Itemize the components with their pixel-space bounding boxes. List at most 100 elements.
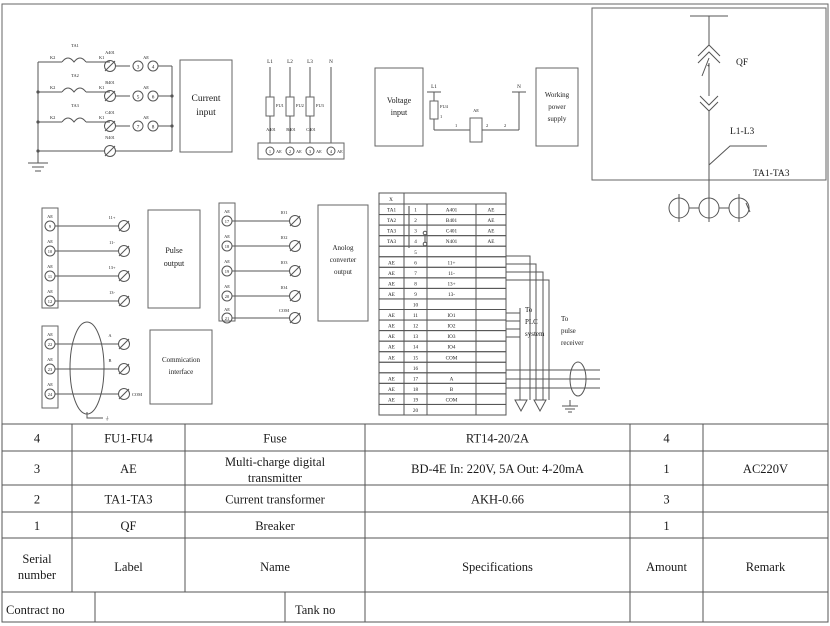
comm-sig-com: COM: [132, 392, 142, 397]
tt-number-19: 20: [413, 408, 419, 414]
tt-device-0: TA1: [387, 208, 396, 214]
vlt-dev-4: AE: [337, 149, 343, 154]
analog-output-section: AE 17 IO1 AE 18 IO2 AE 19 IO3 AE 20 IO4 …: [218, 202, 369, 324]
analog-dev-3: AE: [224, 259, 230, 264]
ta1-k1-label: K1: [99, 55, 104, 60]
tt-target-1: AE: [488, 218, 495, 224]
fuse-fu1: [265, 96, 275, 117]
vlt-term-2: 2: [289, 149, 291, 154]
tt-signal-8: 13-: [448, 292, 455, 298]
bom-row: 4 FU1-FU4 RT14-20/2A 4 Fuse: [1, 423, 829, 452]
bom-label-1: AE: [120, 462, 137, 476]
analog-label-3: output: [334, 268, 352, 276]
pulse-dev-2: AE: [47, 239, 53, 244]
terminal-row: 10: [378, 298, 507, 311]
bom-spec-0: RT14-20/2A: [466, 432, 529, 446]
vlt-term-4: 4: [330, 149, 333, 154]
voltage-input-section: L1 L2 L3 N FU1 FU2 FU3 A401 B401 C401 1 …: [257, 59, 424, 160]
wire-n401-label: N401: [105, 135, 115, 140]
comm-label-1: Commication: [162, 356, 201, 364]
phase-n-label: N: [329, 59, 333, 65]
tank-no-label: Tank no: [295, 603, 335, 617]
ps-term-left: 1: [440, 114, 442, 119]
tt-number-16: 17: [413, 376, 419, 382]
wire-a401-label: A401: [105, 50, 115, 55]
terminal-row: AE 13 IO3: [378, 330, 507, 342]
wiring-diagram-sheet: TA1 K2 K1 A401 AE 3 4 TA2 K2 K1 B401 AE …: [0, 0, 830, 626]
tt-device-1: TA2: [387, 218, 396, 224]
pulse-sig-3: 13+: [109, 265, 116, 270]
ps-ae-label: AE: [473, 108, 479, 113]
ct-group-label: TA1-TA3: [753, 169, 790, 179]
bom-name-3: Breaker: [255, 519, 295, 533]
tt-signal-13: IO4: [447, 345, 455, 351]
tt-number-9: 10: [413, 303, 419, 309]
tt-signal-5: 11+: [448, 260, 456, 266]
fu4-label: FU4: [440, 104, 449, 109]
tt-signal-0: A401: [446, 208, 458, 214]
terminal-5: 5: [137, 95, 140, 101]
tt-number-1: 2: [414, 218, 417, 224]
bom-table: 4 FU1-FU4 RT14-20/2A 4 Fuse 3 AE BD-4E In: 220V…: [1, 423, 829, 623]
tt-target-2: AE: [488, 229, 495, 235]
tt-signal-14: COM: [446, 355, 458, 361]
comm-interface-block: [149, 329, 213, 405]
tt-device-8: AE: [388, 292, 395, 298]
tt-device-5: AE: [388, 260, 395, 266]
fuse-fu2: [285, 96, 295, 117]
terminal-4: 4: [152, 65, 155, 71]
analog-label-2: converter: [330, 256, 357, 264]
pulse-sig-4: 13-: [109, 290, 115, 295]
wire-c401-vlt: C401: [306, 127, 316, 132]
fu2-label: FU2: [296, 103, 304, 108]
ps-n-label: N: [517, 84, 521, 90]
ps-label-2: power: [548, 103, 566, 111]
analog-term-18: 18: [225, 244, 230, 249]
tt-device-11: AE: [388, 324, 395, 330]
bom-spec-1: BD-4E In: 220V, 5A Out: 4-20mA: [411, 462, 584, 476]
pulse-output-label-2: output: [164, 259, 185, 268]
comm-dev-2: AE: [47, 357, 53, 362]
earth-ground-icon: [28, 162, 48, 172]
to-pulse-line3: receiver: [561, 339, 584, 347]
tt-number-2: 3: [414, 229, 417, 235]
tt-signal-17: B: [450, 387, 454, 393]
tt-signal-18: COM: [446, 397, 458, 403]
pulse-sig-2: 11-: [109, 240, 115, 245]
analog-sig-4: IO4: [281, 285, 289, 290]
terminal-table: X TA1 1 A401 AE TA2 2 B401 AE TA3 3 C401 AE TA3 4 N401…: [378, 192, 600, 416]
ps-label-1: Working: [545, 91, 570, 99]
tt-device-3: TA3: [387, 239, 396, 245]
bom-header-serial-2: number: [18, 568, 57, 582]
tt-number-5: 6: [414, 260, 417, 266]
bom-label-0: FU1-FU4: [104, 432, 153, 446]
ta1-name: TA1: [71, 43, 79, 48]
terminal-row: AE 6 11+: [378, 256, 507, 268]
tt-number-8: 9: [414, 292, 417, 298]
terminal-row: 16: [378, 361, 507, 374]
bom-remark-1: AC220V: [743, 462, 788, 476]
bom-name-2: Current transformer: [225, 493, 325, 507]
to-pulse-line1: To: [561, 315, 569, 323]
fuse-fu4: [429, 100, 439, 120]
terminal-row: AE 18 B: [378, 382, 507, 395]
bom-row: 2 TA1-TA3 AKH-0.66 3 Current transformer: [1, 484, 829, 513]
pulse-sig-1: 11+: [109, 215, 116, 220]
pulse-term-10: 10: [48, 249, 53, 254]
bom-name-1: Multi-charge digital: [225, 455, 326, 469]
analog-sig-2: IO2: [281, 235, 288, 240]
breaker-label: QF: [736, 58, 748, 68]
analog-dev-1: AE: [224, 209, 230, 214]
fu1-label: FU1: [276, 103, 284, 108]
shield-cable-icon: [69, 321, 105, 415]
bom-header-row: Serial number Label Name Specifications Amoun…: [1, 537, 829, 593]
tt-number-7: 8: [414, 281, 417, 287]
bom-serial-2: 2: [34, 493, 40, 507]
bom-header-name: Name: [260, 560, 290, 574]
bom-amount-3: 1: [663, 519, 669, 533]
tt-device-18: AE: [388, 397, 395, 403]
analog-dev-4: AE: [224, 284, 230, 289]
tt-signal-11: IO2: [447, 324, 455, 330]
tt-number-11: 12: [413, 324, 419, 330]
terminal-row: TA2 2 B401 AE: [378, 214, 507, 226]
